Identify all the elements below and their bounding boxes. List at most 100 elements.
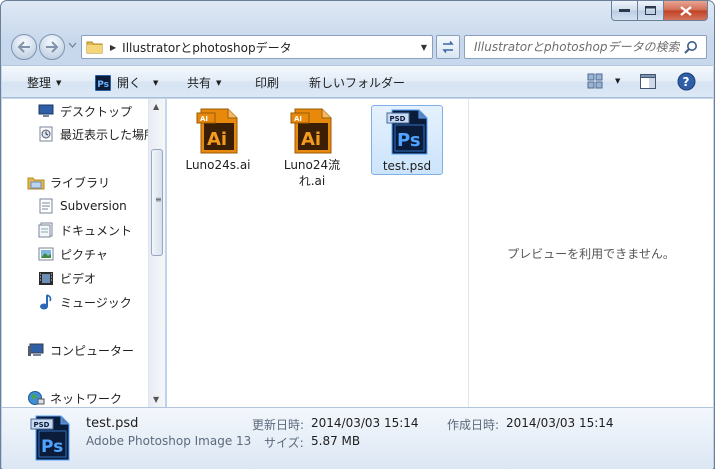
photoshop-icon: Ps: [95, 74, 111, 91]
tree-item-label: ピクチャ: [60, 247, 108, 262]
explorer-window: ▶ Illustratorとphotoshopデータ ▼ 整理 ▼ Ps 開く …: [0, 0, 715, 469]
chevron-down-icon: ▼: [615, 77, 621, 85]
preview-pane-icon: [640, 74, 656, 89]
photoshop-file-icon: Ps PSD: [372, 106, 442, 158]
created-value: 2014/03/03 15:14: [506, 416, 614, 430]
tree-item-label: 最近表示した場所: [60, 127, 157, 142]
folder-icon: [86, 41, 103, 54]
share-button[interactable]: 共有 ▼: [187, 74, 221, 91]
share-label: 共有: [187, 76, 212, 90]
print-label: 印刷: [255, 76, 280, 90]
scroll-down-arrow-icon[interactable]: ▼: [153, 395, 159, 404]
address-history-dropdown-icon[interactable]: ▼: [416, 43, 432, 52]
tree-item-label: コンピューター: [50, 343, 135, 358]
close-button[interactable]: [664, 1, 708, 21]
breadcrumb-arrow-icon[interactable]: ▶: [110, 43, 116, 52]
tree-item-libraries[interactable]: ライブラリ: [27, 171, 110, 193]
maximize-icon: [645, 6, 656, 15]
print-button[interactable]: 印刷: [255, 74, 279, 91]
refresh-button[interactable]: [436, 35, 460, 59]
tree-item-label: デスクトップ: [60, 104, 133, 119]
tree-item-recent-places[interactable]: 最近表示した場所: [37, 123, 156, 145]
open-label: 開く: [117, 76, 142, 90]
tree-item-label: ドキュメント: [60, 223, 133, 238]
refresh-icon: [442, 41, 454, 53]
help-button[interactable]: ?: [677, 72, 696, 91]
tree-item-music[interactable]: ミュージック: [37, 291, 132, 313]
change-view-button[interactable]: ▼: [587, 73, 620, 89]
file-name: test.psd: [382, 159, 432, 173]
recent-places-icon: [37, 126, 55, 142]
file-item[interactable]: Ai AI Luno24流れ.ai: [276, 105, 348, 189]
navigation-scrollbar[interactable]: ▲ ≡ ▼: [148, 99, 165, 407]
recent-pages-dropdown-icon[interactable]: [68, 42, 77, 48]
close-icon: [679, 5, 692, 16]
caption-buttons: [611, 1, 708, 21]
scrollbar-thumb[interactable]: ≡: [151, 149, 163, 256]
size-value: 5.87 MB: [311, 434, 361, 448]
details-pane: Ps PSD test.psd Adobe Photoshop Image 13…: [2, 407, 713, 469]
tree-item-computer[interactable]: コンピューター: [27, 339, 134, 361]
music-icon: [37, 294, 55, 310]
tree-item-label: Subversion: [60, 199, 127, 213]
chevron-down-icon: ▼: [216, 78, 222, 87]
tree-item-documents[interactable]: ドキュメント: [37, 219, 132, 241]
minimize-icon: [619, 8, 630, 12]
svg-text:Ps: Ps: [397, 130, 421, 151]
illustrator-file-icon: Ai AI: [182, 105, 254, 157]
file-list[interactable]: Ai AI Luno24s.ai Ai AI Luno24流れ.ai Ps PS…: [167, 99, 468, 407]
tree-item-desktop[interactable]: デスクトップ: [37, 100, 132, 122]
details-file-name: test.psd: [86, 416, 139, 431]
tree-item-label: ミュージック: [60, 295, 132, 310]
minimize-button[interactable]: [611, 1, 638, 21]
search-icon[interactable]: [684, 40, 698, 54]
chevron-down-icon: ▼: [153, 78, 159, 87]
search-input[interactable]: [474, 40, 680, 54]
document-library-icon: [37, 198, 55, 214]
file-name: Luno24s.ai: [185, 158, 251, 172]
address-path[interactable]: Illustratorとphotoshopデータ: [122, 39, 416, 56]
tree-item-pictures[interactable]: ピクチャ: [37, 243, 108, 265]
back-button[interactable]: [11, 34, 37, 60]
grip-icon: ≡: [155, 195, 162, 204]
svg-text:PSD: PSD: [34, 421, 50, 429]
file-name: Luno24流れ.ai: [283, 158, 341, 188]
documents-icon: [37, 222, 55, 238]
tree-item-videos[interactable]: ビデオ: [37, 267, 96, 289]
network-icon: [27, 390, 45, 406]
help-icon: ?: [677, 72, 696, 91]
forward-button[interactable]: [39, 34, 65, 60]
illustrator-file-icon: Ai AI: [276, 105, 348, 157]
tree-item-label: ビデオ: [60, 271, 97, 286]
created-label: 作成日時:: [447, 418, 500, 432]
details-file-type: Adobe Photoshop Image 13: [86, 434, 252, 448]
new-folder-button[interactable]: 新しいフォルダー: [309, 74, 405, 91]
tree-item-subversion[interactable]: Subversion: [37, 195, 127, 217]
preview-pane-button[interactable]: [640, 74, 656, 89]
organize-button[interactable]: 整理 ▼: [27, 74, 61, 91]
scroll-up-arrow-icon[interactable]: ▲: [153, 102, 159, 111]
file-item[interactable]: Ai AI Luno24s.ai: [182, 105, 254, 173]
svg-text:Ai: Ai: [207, 129, 227, 150]
maximize-button[interactable]: [638, 1, 664, 21]
tree-item-label: ネットワーク: [50, 391, 123, 406]
tree-item-label: ライブラリ: [50, 175, 111, 190]
view-grid-icon: [587, 73, 603, 89]
computer-icon: [27, 342, 45, 358]
back-arrow-icon: [17, 41, 30, 53]
file-item-selected[interactable]: Ps PSD test.psd: [371, 105, 443, 175]
modified-value: 2014/03/03 15:14: [311, 416, 419, 430]
address-bar[interactable]: ▶ Illustratorとphotoshopデータ ▼: [81, 35, 433, 59]
videos-icon: [37, 270, 55, 286]
search-box[interactable]: [464, 35, 707, 59]
photoshop-file-icon: Ps PSD: [30, 415, 70, 461]
tree-item-network[interactable]: ネットワーク: [27, 387, 122, 407]
svg-text:AI: AI: [200, 115, 208, 123]
open-button[interactable]: Ps 開く ▼: [95, 74, 158, 91]
navigation-pane: デスクトップ 最近表示した場所 ライブラリ Subversion ドキュメント: [2, 99, 165, 407]
pictures-icon: [37, 246, 55, 262]
svg-text:AI: AI: [294, 115, 302, 123]
preview-unavailable-message: プレビューを利用できません。: [507, 247, 675, 261]
organize-label: 整理: [27, 76, 52, 90]
forward-arrow-icon: [46, 41, 59, 53]
